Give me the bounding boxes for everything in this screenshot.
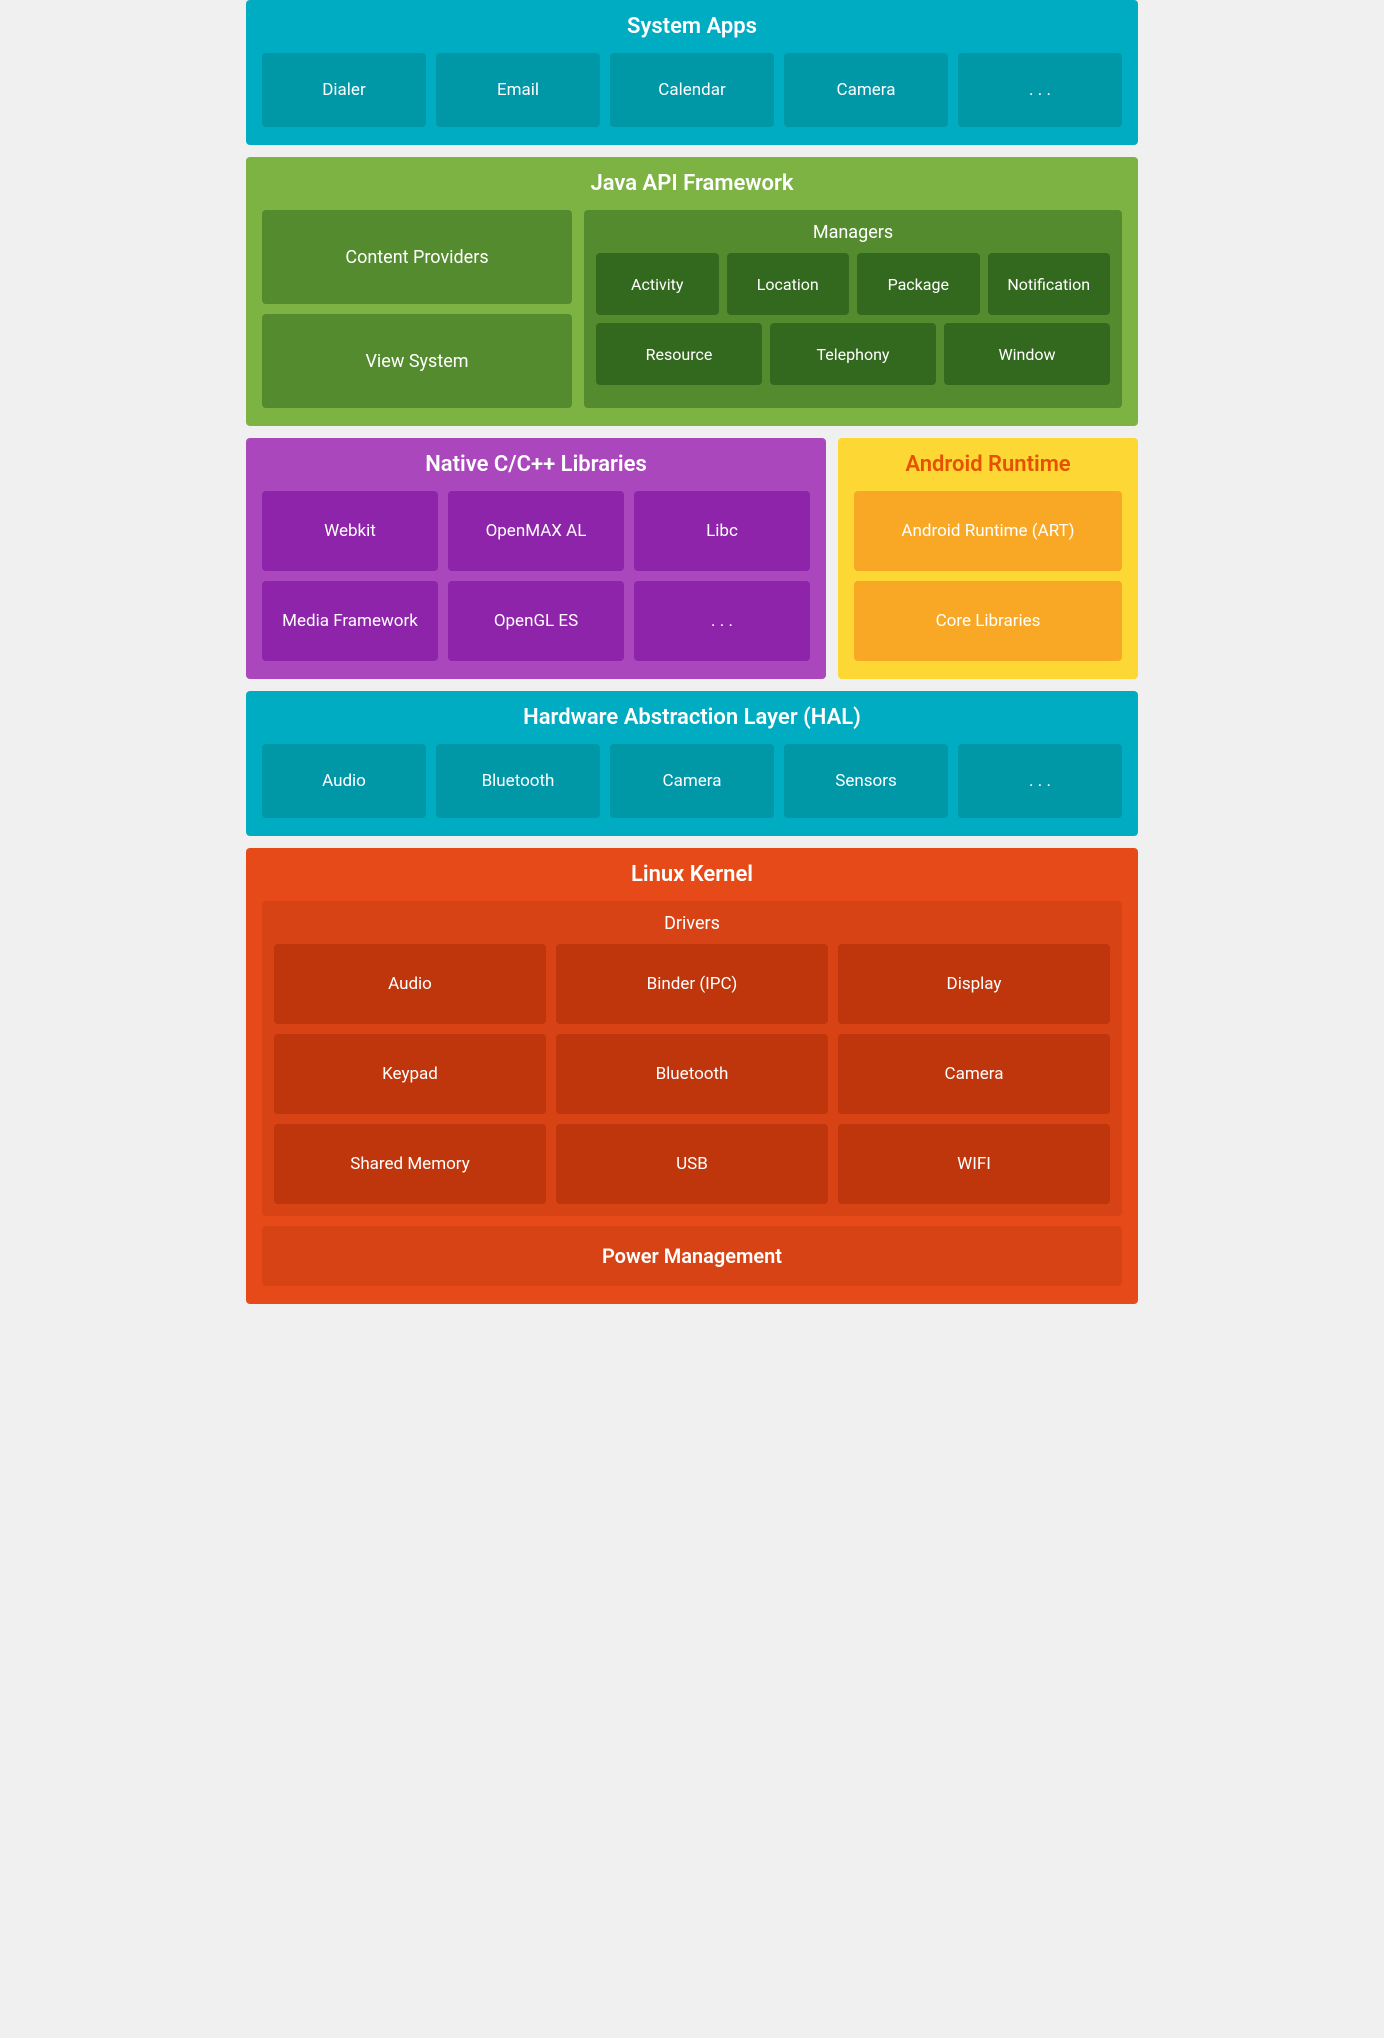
native-cpp-tile: OpenGL ES	[448, 581, 624, 661]
power-management: Power Management	[262, 1226, 1122, 1286]
view-system-tile: View System	[262, 314, 572, 408]
native-cpp-grid: WebkitOpenMAX ALLibc Media FrameworkOpenG…	[262, 491, 810, 661]
drivers-title: Drivers	[274, 913, 1110, 934]
native-cpp-tile: Libc	[634, 491, 810, 571]
system-apps-tile: . . .	[958, 53, 1122, 127]
manager-tile: Location	[727, 253, 850, 315]
hal-tile: Sensors	[784, 744, 948, 818]
hal-tile: . . .	[958, 744, 1122, 818]
native-cpp-tile: OpenMAX AL	[448, 491, 624, 571]
hal-title: Hardware Abstraction Layer (HAL)	[262, 705, 1122, 730]
manager-tile: Package	[857, 253, 980, 315]
driver-tile: Binder (IPC)	[556, 944, 828, 1024]
java-api-content: Content Providers View System Managers A…	[262, 210, 1122, 408]
system-apps-title: System Apps	[262, 14, 1122, 39]
driver-tile: WIFI	[838, 1124, 1110, 1204]
system-apps-grid: DialerEmailCalendarCamera. . .	[262, 53, 1122, 127]
native-cpp-layer: Native C/C++ Libraries WebkitOpenMAX ALL…	[246, 438, 826, 679]
android-runtime-grid: Android Runtime (ART) Core Libraries	[854, 491, 1122, 661]
manager-tile: Resource	[596, 323, 762, 385]
managers-row2: ResourceTelephonyWindow	[596, 323, 1110, 385]
manager-tile: Window	[944, 323, 1110, 385]
native-runtime-row: Native C/C++ Libraries WebkitOpenMAX ALL…	[246, 438, 1138, 679]
android-runtime-title: Android Runtime	[854, 452, 1122, 477]
drivers-grid: AudioBinder (IPC)Display KeypadBluetoothC…	[274, 944, 1110, 1204]
hal-layer: Hardware Abstraction Layer (HAL) AudioBl…	[246, 691, 1138, 836]
hal-tile: Camera	[610, 744, 774, 818]
java-api-title: Java API Framework	[262, 171, 1122, 196]
hal-tile: Bluetooth	[436, 744, 600, 818]
manager-tile: Notification	[988, 253, 1111, 315]
linux-kernel-layer: Linux Kernel Drivers AudioBinder (IPC)Di…	[246, 848, 1138, 1304]
system-apps-layer: System Apps DialerEmailCalendarCamera. .…	[246, 0, 1138, 145]
system-apps-tile: Calendar	[610, 53, 774, 127]
driver-tile: Shared Memory	[274, 1124, 546, 1204]
android-runtime-tile: Core Libraries	[854, 581, 1122, 661]
hal-tile: Audio	[262, 744, 426, 818]
managers-row1: ActivityLocationPackageNotification	[596, 253, 1110, 315]
native-cpp-tile: . . .	[634, 581, 810, 661]
android-runtime-layer: Android Runtime Android Runtime (ART) Cor…	[838, 438, 1138, 679]
android-runtime-tile: Android Runtime (ART)	[854, 491, 1122, 571]
managers-section: Managers ActivityLocationPackageNotifica…	[584, 210, 1122, 408]
driver-tile: Audio	[274, 944, 546, 1024]
linux-kernel-title: Linux Kernel	[262, 862, 1122, 887]
content-providers-tile: Content Providers	[262, 210, 572, 304]
driver-tile: USB	[556, 1124, 828, 1204]
native-cpp-tile: Webkit	[262, 491, 438, 571]
system-apps-tile: Email	[436, 53, 600, 127]
manager-tile: Activity	[596, 253, 719, 315]
native-cpp-tile: Media Framework	[262, 581, 438, 661]
native-cpp-title: Native C/C++ Libraries	[262, 452, 810, 477]
drivers-section: Drivers AudioBinder (IPC)Display KeypadBl…	[262, 901, 1122, 1216]
system-apps-tile: Camera	[784, 53, 948, 127]
driver-tile: Keypad	[274, 1034, 546, 1114]
manager-tile: Telephony	[770, 323, 936, 385]
java-api-left: Content Providers View System	[262, 210, 572, 408]
driver-tile: Display	[838, 944, 1110, 1024]
managers-title: Managers	[596, 222, 1110, 243]
driver-tile: Camera	[838, 1034, 1110, 1114]
hal-grid: AudioBluetoothCameraSensors. . .	[262, 744, 1122, 818]
system-apps-tile: Dialer	[262, 53, 426, 127]
java-api-layer: Java API Framework Content Providers Vie…	[246, 157, 1138, 426]
driver-tile: Bluetooth	[556, 1034, 828, 1114]
